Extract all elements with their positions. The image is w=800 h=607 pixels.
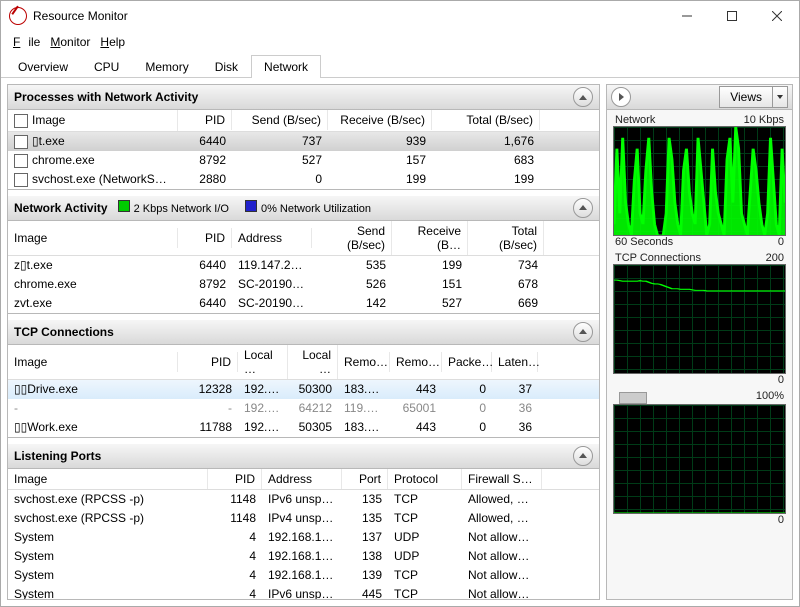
- table-body: z▯t.exe6440119.147.2…535199734chrome.exe…: [8, 256, 599, 313]
- expand-right-icon[interactable]: [611, 87, 631, 107]
- left-column: Processes with Network Activity Image PI…: [7, 84, 600, 600]
- table-row[interactable]: ▯▯Drive.exe12328192.1…50300183.4…443037: [8, 380, 599, 399]
- table-row[interactable]: chrome.exe8792SC-20190…526151678: [8, 275, 599, 294]
- panel-tcp: TCP Connections Image PID Local … Local …: [8, 320, 599, 438]
- col-port[interactable]: Port: [342, 469, 388, 489]
- table-header: Image PID Address Port Protocol Firewall…: [8, 469, 599, 490]
- col-send[interactable]: Send (B/sec): [312, 221, 392, 255]
- table-row[interactable]: svchost.exe (NetworkService…28800199199: [8, 170, 599, 189]
- chart-canvas: [613, 404, 786, 514]
- table-row[interactable]: svchost.exe (RPCSS -p)1148IPv4 unsp…135T…: [8, 509, 599, 528]
- tab-memory[interactable]: Memory: [132, 55, 201, 78]
- col-total[interactable]: Total (B/sec): [468, 221, 544, 255]
- resource-monitor-window: Resource Monitor File Monitor Help Overv…: [0, 0, 800, 607]
- table-body: svchost.exe (RPCSS -p)1148IPv6 unsp…135T…: [8, 490, 599, 600]
- checkbox[interactable]: [14, 135, 28, 149]
- panel-ports: Listening Ports Image PID Address Port P…: [8, 444, 599, 600]
- titlebar[interactable]: Resource Monitor: [1, 1, 799, 31]
- table-row[interactable]: --192.1…64212119.1…65001036: [8, 399, 599, 418]
- table-body: ▯t.exe64407379391,676chrome.exe879252715…: [8, 132, 599, 189]
- io-indicator-icon: [118, 200, 130, 212]
- col-image[interactable]: Image: [8, 469, 208, 489]
- right-column: Views Network10 Kbps60 Seconds0TCP Conne…: [606, 84, 793, 600]
- menu-file[interactable]: File: [9, 33, 44, 51]
- col-raddr[interactable]: Remo…: [338, 352, 390, 372]
- views-button[interactable]: Views: [719, 86, 788, 108]
- menu-monitor[interactable]: Monitor: [46, 33, 94, 51]
- col-laddr[interactable]: Local …: [238, 345, 288, 379]
- checkbox[interactable]: [14, 154, 28, 168]
- tab-cpu[interactable]: CPU: [81, 55, 132, 78]
- collapse-icon[interactable]: [573, 198, 593, 218]
- panel-header-tcp[interactable]: TCP Connections: [8, 320, 599, 345]
- tabbar: Overview CPU Memory Disk Network: [1, 55, 799, 78]
- col-pid[interactable]: PID: [178, 110, 232, 130]
- chart-title: Network: [615, 114, 655, 126]
- panel-processes: Processes with Network Activity Image PI…: [8, 85, 599, 190]
- tab-disk[interactable]: Disk: [202, 55, 251, 78]
- col-recv[interactable]: Receive (B…: [392, 221, 468, 255]
- menu-help[interactable]: Help: [96, 33, 129, 51]
- window-title: Resource Monitor: [33, 9, 664, 23]
- menubar: File Monitor Help: [1, 31, 799, 55]
- table-body: ▯▯Drive.exe12328192.1…50300183.4…443037-…: [8, 380, 599, 437]
- panel-header-ports[interactable]: Listening Ports: [8, 444, 599, 469]
- checkbox[interactable]: [14, 173, 28, 187]
- table-row[interactable]: svchost.exe (RPCSS -p)1148IPv6 unsp…135T…: [8, 490, 599, 509]
- table-row[interactable]: System4192.168.1…137UDPNot allow…: [8, 528, 599, 547]
- col-loss[interactable]: Packe…: [442, 352, 492, 372]
- table-header: Image PID Local … Local … Remo… Remo… Pa…: [8, 345, 599, 380]
- col-lport[interactable]: Local …: [288, 345, 338, 379]
- col-addr[interactable]: Address: [232, 228, 312, 248]
- charts-area: Network10 Kbps60 Seconds0TCP Connections…: [607, 110, 792, 599]
- util-indicator-icon: [245, 200, 257, 212]
- chart-box: Network10 Kbps60 Seconds0: [613, 114, 786, 248]
- app-icon: [9, 7, 27, 25]
- table-row[interactable]: zvt.exe6440SC-20190…142527669: [8, 294, 599, 313]
- col-rport[interactable]: Remo…: [390, 352, 442, 372]
- table-row[interactable]: chrome.exe8792527157683: [8, 151, 599, 170]
- maximize-button[interactable]: [709, 1, 754, 31]
- table-header: Image PID Address Send (B/sec) Receive (…: [8, 221, 599, 256]
- mini-indicator-icon: [619, 392, 647, 404]
- chevron-down-icon[interactable]: [772, 87, 787, 107]
- col-pid[interactable]: PID: [208, 469, 262, 489]
- col-send[interactable]: Send (B/sec): [232, 110, 328, 130]
- close-button[interactable]: [754, 1, 799, 31]
- minimize-button[interactable]: [664, 1, 709, 31]
- chart-box: TCP Connections2000: [613, 252, 786, 386]
- panel-header-activity[interactable]: Network Activity 2 Kbps Network I/O 0% N…: [8, 196, 599, 221]
- table-row[interactable]: z▯t.exe6440119.147.2…535199734: [8, 256, 599, 275]
- col-image[interactable]: Image: [8, 110, 178, 131]
- table-row[interactable]: System4IPv6 unsp…445TCPNot allow…: [8, 585, 599, 600]
- table-row[interactable]: System4192.168.1…139TCPNot allow…: [8, 566, 599, 585]
- chart-canvas: [613, 126, 786, 236]
- collapse-icon[interactable]: [573, 322, 593, 342]
- table-row[interactable]: ▯▯Work.exe11788192.1…50305183.4…443036: [8, 418, 599, 437]
- col-proto[interactable]: Protocol: [388, 469, 462, 489]
- collapse-icon[interactable]: [573, 446, 593, 466]
- chart-box: 100%0: [613, 390, 786, 526]
- panel-header-processes[interactable]: Processes with Network Activity: [8, 85, 599, 110]
- col-total[interactable]: Total (B/sec): [432, 110, 540, 130]
- table-row[interactable]: ▯t.exe64407379391,676: [8, 132, 599, 151]
- col-fw[interactable]: Firewall S…: [462, 469, 542, 489]
- col-recv[interactable]: Receive (B/sec): [328, 110, 432, 130]
- checkbox-all[interactable]: [14, 114, 28, 128]
- chart-title: TCP Connections: [615, 252, 701, 264]
- table-row[interactable]: System4192.168.1…138UDPNot allow…: [8, 547, 599, 566]
- chart-canvas: [613, 264, 786, 374]
- tab-network[interactable]: Network: [251, 55, 321, 78]
- col-pid[interactable]: PID: [178, 228, 232, 248]
- collapse-icon[interactable]: [573, 87, 593, 107]
- table-header: Image PID Send (B/sec) Receive (B/sec) T…: [8, 110, 599, 132]
- col-lat[interactable]: Laten…: [492, 352, 538, 372]
- col-image[interactable]: Image: [8, 228, 178, 248]
- panel-network-activity: Network Activity 2 Kbps Network I/O 0% N…: [8, 196, 599, 314]
- col-image[interactable]: Image: [8, 352, 178, 372]
- right-toolbar: Views: [607, 85, 792, 110]
- col-addr[interactable]: Address: [262, 469, 342, 489]
- tab-overview[interactable]: Overview: [5, 55, 81, 78]
- col-pid[interactable]: PID: [178, 352, 238, 372]
